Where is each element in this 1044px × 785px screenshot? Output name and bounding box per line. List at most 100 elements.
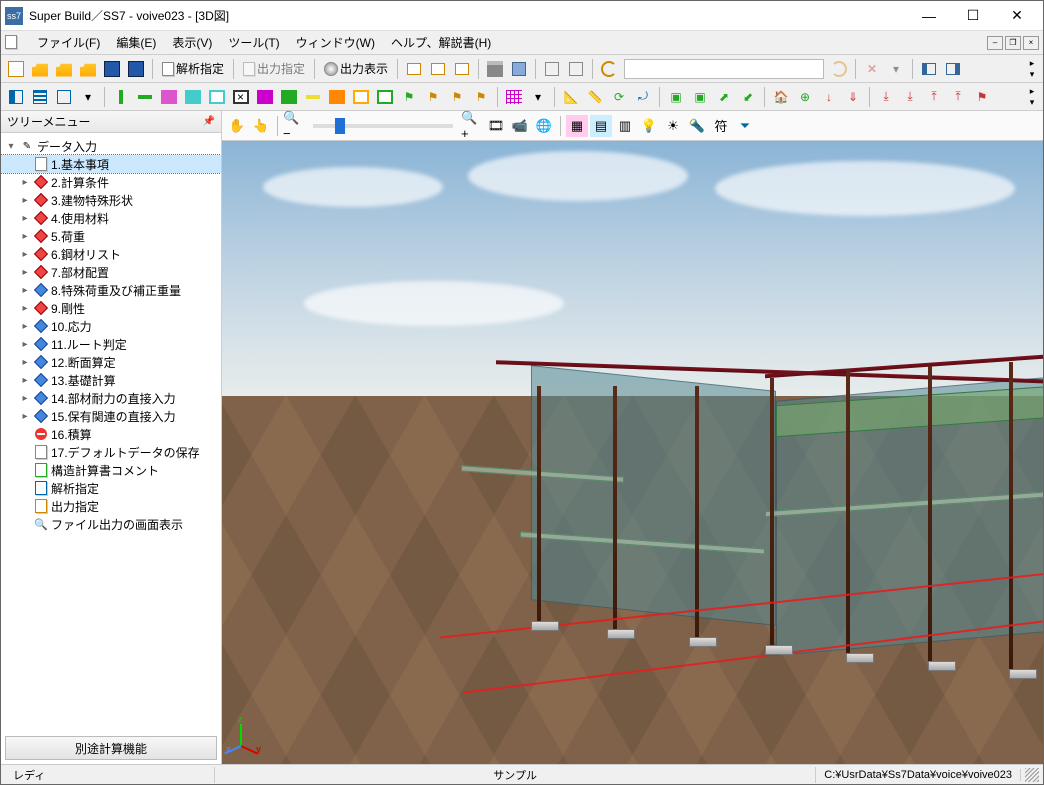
tree-item-10[interactable]: ▸10.応力	[1, 317, 221, 335]
minimize-button[interactable]: —	[907, 2, 951, 30]
tree-extra-2[interactable]: 出力指定	[1, 497, 221, 515]
output-spec-button[interactable]: 出力指定	[239, 60, 309, 77]
elem-env-2[interactable]	[374, 86, 396, 108]
3d-canvas[interactable]: z y x	[222, 141, 1043, 764]
tree-item-15[interactable]: ▸15.保有関連の直接入力	[1, 407, 221, 425]
nav-1[interactable]: ▣	[665, 86, 687, 108]
hand-button[interactable]: ✋	[226, 115, 248, 137]
refresh-button[interactable]: ⟳	[608, 86, 630, 108]
open-button[interactable]	[29, 58, 51, 80]
menu-tool[interactable]: ツール(T)	[220, 32, 287, 53]
zoom-out-button[interactable]: 🔍−	[283, 115, 305, 137]
elem-cyan-hollow[interactable]	[206, 86, 228, 108]
down-button-2[interactable]: ⇓	[842, 86, 864, 108]
print-button[interactable]	[484, 58, 506, 80]
doc-menu-icon[interactable]	[5, 35, 23, 51]
menu-help[interactable]: ヘルプ、解説書(H)	[383, 32, 499, 53]
save-as-button[interactable]	[125, 58, 147, 80]
history-combo[interactable]	[624, 59, 824, 79]
tree-item-14[interactable]: ▸14.部材耐力の直接入力	[1, 389, 221, 407]
label-toggle[interactable]: 符	[710, 115, 732, 137]
toolbar-overflow[interactable]: ▸▾	[1025, 58, 1039, 80]
camera-1[interactable]: 🎞	[485, 115, 507, 137]
sphere-button[interactable]: 🌐	[533, 115, 555, 137]
elem-green-1[interactable]	[110, 86, 132, 108]
camera-2[interactable]: 📹	[509, 115, 531, 137]
view-building-3[interactable]	[53, 86, 75, 108]
view-building-dropdown[interactable]: ▾	[77, 86, 99, 108]
rotate-button[interactable]: ⤾	[632, 86, 654, 108]
pointer-button[interactable]: 👆	[250, 115, 272, 137]
close-button[interactable]: ✕	[995, 2, 1039, 30]
view-building-1[interactable]	[5, 86, 27, 108]
tree-item-6[interactable]: ▸6.鋼材リスト	[1, 245, 221, 263]
panel-right-button[interactable]	[942, 58, 964, 80]
new-button[interactable]	[5, 58, 27, 80]
toolbar-overflow[interactable]: ▸▾	[1025, 86, 1039, 108]
elem-grid[interactable]	[503, 86, 525, 108]
nav-3[interactable]: ⬈	[713, 86, 735, 108]
tool-button-a[interactable]	[541, 58, 563, 80]
marker-3[interactable]: ⤒	[923, 86, 945, 108]
tree-item-11[interactable]: ▸11.ルート判定	[1, 335, 221, 353]
tree-item-4[interactable]: ▸4.使用材料	[1, 209, 221, 227]
panel-left-button[interactable]	[918, 58, 940, 80]
pin-button[interactable]: 📌	[203, 116, 215, 127]
down-button-1[interactable]: ↓	[818, 86, 840, 108]
render-2[interactable]: ▤	[590, 115, 612, 137]
elem-orange[interactable]	[326, 86, 348, 108]
window-icon-1[interactable]	[403, 58, 425, 80]
tree-item-5[interactable]: ▸5.荷重	[1, 227, 221, 245]
elem-pink[interactable]	[158, 86, 180, 108]
elem-env-1[interactable]	[350, 86, 372, 108]
elem-flag-4[interactable]: ⚑	[470, 86, 492, 108]
marker-4[interactable]: ⤒	[947, 86, 969, 108]
tree-item-9[interactable]: ▸9.剛性	[1, 299, 221, 317]
marker-1[interactable]: ⤓	[875, 86, 897, 108]
tree-item-12[interactable]: ▸12.断面算定	[1, 353, 221, 371]
tree-root[interactable]: ▾✎データ入力	[1, 137, 221, 155]
tree-item-17[interactable]: 17.デフォルトデータの保存	[1, 443, 221, 461]
export-button[interactable]	[508, 58, 530, 80]
elem-green-2[interactable]	[134, 86, 156, 108]
elem-cyan[interactable]	[182, 86, 204, 108]
output-show-button[interactable]: 出力表示	[320, 60, 392, 77]
zoom-slider[interactable]	[313, 124, 453, 128]
flag-red[interactable]: ⚑	[971, 86, 993, 108]
zoom-in-button[interactable]: 🔍+	[461, 115, 483, 137]
tree-item-3[interactable]: ▸3.建物特殊形状	[1, 191, 221, 209]
menu-window[interactable]: ウィンドウ(W)	[288, 32, 383, 53]
elem-flag-3[interactable]: ⚑	[446, 86, 468, 108]
elem-box[interactable]	[230, 86, 252, 108]
nav-2[interactable]: ▣	[689, 86, 711, 108]
tree-extra-0[interactable]: 構造計算書コメント	[1, 461, 221, 479]
filter-button[interactable]: ⏷	[734, 115, 756, 137]
other-calc-button[interactable]: 別途計算機能	[5, 736, 217, 760]
elem-flag-2[interactable]: ⚑	[422, 86, 444, 108]
measure-1[interactable]: 📐	[560, 86, 582, 108]
elem-magenta[interactable]	[254, 86, 276, 108]
delete-button[interactable]: ✕	[861, 58, 883, 80]
tool-button-b[interactable]	[565, 58, 587, 80]
tree[interactable]: ▾✎データ入力1.基本事項▸2.計算条件▸3.建物特殊形状▸4.使用材料▸5.荷…	[1, 133, 221, 732]
tree-extra-1[interactable]: 解析指定	[1, 479, 221, 497]
target-button[interactable]: ⊕	[794, 86, 816, 108]
redo-button[interactable]	[828, 58, 850, 80]
nav-4[interactable]: ⬋	[737, 86, 759, 108]
marker-2[interactable]: ⤓	[899, 86, 921, 108]
mdi-minimize-button[interactable]: –	[987, 36, 1003, 50]
open-doc-button[interactable]	[77, 58, 99, 80]
undo-button[interactable]	[598, 58, 620, 80]
tree-item-1[interactable]: 1.基本事項	[1, 155, 221, 173]
menu-file[interactable]: ファイル(F)	[29, 32, 108, 53]
mdi-restore-button[interactable]: ❐	[1005, 36, 1021, 50]
window-icon-2[interactable]	[427, 58, 449, 80]
light-2[interactable]: ☀	[662, 115, 684, 137]
view-building-2[interactable]	[29, 86, 51, 108]
menu-edit[interactable]: 編集(E)	[108, 32, 164, 53]
elem-flag-1[interactable]: ⚑	[398, 86, 420, 108]
light-1[interactable]: 💡	[638, 115, 660, 137]
measure-2[interactable]: 📏	[584, 86, 606, 108]
delete-dropdown[interactable]: ▾	[885, 58, 907, 80]
window-icon-3[interactable]	[451, 58, 473, 80]
